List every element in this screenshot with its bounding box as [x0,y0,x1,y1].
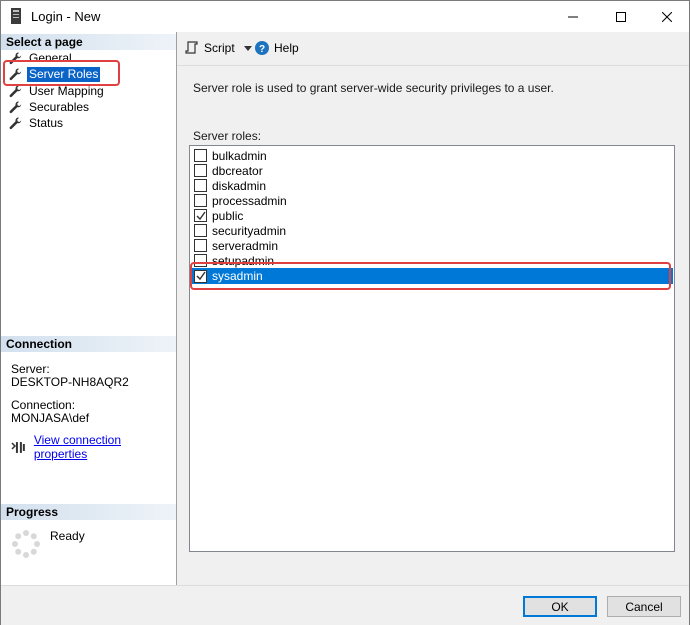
sysadmin-highlight-box [190,262,671,290]
connection-properties-icon [11,441,25,453]
wrench-icon [9,116,22,129]
role-checkbox[interactable] [194,164,207,177]
help-button[interactable]: ? Help [255,41,299,55]
role-row-processadmin[interactable]: processadmin [191,193,673,208]
role-row-bulkadmin[interactable]: bulkadmin [191,148,673,163]
script-label: Script [204,41,235,55]
server-roles-label: Server roles: [193,129,262,143]
minimize-button[interactable] [550,1,596,32]
role-name: diskadmin [212,178,267,193]
select-page-header: Select a page [1,34,176,50]
description-text: Server role is used to grant server-wide… [193,81,554,95]
close-icon [662,11,672,22]
role-row-serveradmin[interactable]: serveradmin [191,238,673,253]
role-checkbox[interactable] [194,209,207,222]
checkmark-icon [196,211,206,220]
view-connection-properties-link[interactable]: View connection properties [34,433,176,461]
role-row-public[interactable]: public [191,208,673,223]
role-name: dbcreator [212,163,263,178]
app-icon [11,8,21,24]
ok-button[interactable]: OK [523,596,597,617]
role-name: serveradmin [212,238,279,253]
progress-spinner-icon [12,530,40,558]
page-item-securables[interactable]: Securables [9,99,91,115]
role-row-securityadmin[interactable]: securityadmin [191,223,673,238]
role-name: processadmin [212,193,287,208]
role-name: bulkadmin [212,148,267,163]
view-connection-properties-row: View connection properties [11,433,176,461]
help-icon: ? [255,41,269,55]
server-roles-list[interactable]: bulkadmin dbcreator diskadmin processadm… [189,145,675,552]
toolbar: Script ? Help [177,32,689,66]
page-item-label: Securables [29,99,90,114]
page-item-status[interactable]: Status [9,115,65,131]
role-row-dbcreator[interactable]: dbcreator [191,163,673,178]
minimize-icon [568,16,578,17]
wrench-icon [9,84,22,97]
role-row-diskadmin[interactable]: diskadmin [191,178,673,193]
chevron-down-icon[interactable] [243,45,252,51]
progress-header: Progress [1,504,176,520]
maximize-button[interactable] [598,1,644,32]
left-pane: Select a page General Server Roles User … [1,32,177,585]
connection-value: MONJASA\def [11,411,90,425]
connection-label: Connection: [11,398,76,412]
dialog-footer: OK Cancel [1,585,689,625]
window-title: Login - New [31,9,101,24]
title-bar[interactable]: Login - New [1,1,689,32]
login-new-dialog: Login - New Select a page General Server… [0,0,690,625]
wrench-icon [9,100,22,113]
server-value: DESKTOP-NH8AQR2 [11,375,129,389]
role-name: public [212,208,244,223]
script-icon [185,41,198,54]
maximize-icon [616,11,626,22]
role-checkbox[interactable] [194,224,207,237]
role-checkbox[interactable] [194,239,207,252]
page-item-label: Status [29,115,64,130]
svg-text:?: ? [259,44,265,55]
role-checkbox[interactable] [194,194,207,207]
role-name: securityadmin [212,223,287,238]
server-label: Server: [11,362,50,376]
close-button[interactable] [644,1,690,32]
main-content: Server role is used to grant server-wide… [177,67,689,585]
role-checkbox[interactable] [194,179,207,192]
script-button[interactable]: Script [185,41,252,55]
help-label: Help [274,41,299,55]
server-roles-highlight-box [3,60,120,86]
progress-status: Ready [50,529,85,543]
role-checkbox[interactable] [194,149,207,162]
cancel-button[interactable]: Cancel [607,596,681,617]
connection-header: Connection [1,336,176,352]
